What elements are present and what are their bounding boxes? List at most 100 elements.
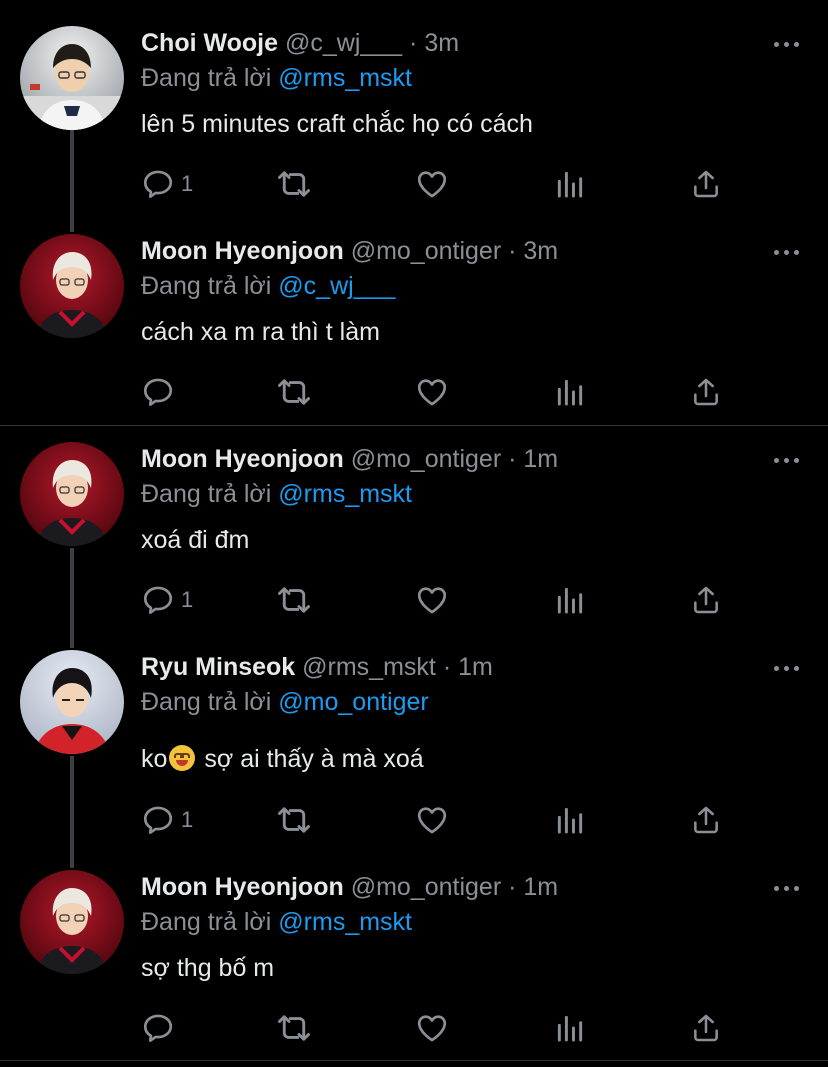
display-name[interactable]: Moon Hyeonjoon: [141, 237, 344, 265]
heart-icon: [415, 583, 449, 617]
tweet-text-part: ko: [141, 745, 168, 773]
replying-to-label: Đang trả lời: [141, 688, 272, 716]
retweet-button[interactable]: [276, 582, 312, 618]
more-icon[interactable]: [774, 883, 800, 893]
analytics-button[interactable]: [554, 802, 586, 838]
retweet-button[interactable]: [276, 1010, 312, 1046]
reply-button[interactable]: 1: [141, 582, 193, 618]
like-button[interactable]: [415, 802, 449, 838]
tweet-header: Moon Hyeonjoon @mo_ontiger · 1m: [141, 872, 558, 902]
more-icon[interactable]: [774, 663, 800, 673]
separator-dot: ·: [442, 653, 452, 681]
user-handle[interactable]: @mo_ontiger: [351, 873, 501, 901]
user-handle[interactable]: @rms_mskt: [302, 653, 436, 681]
timestamp[interactable]: 1m: [458, 653, 493, 681]
retweet-button[interactable]: [276, 374, 312, 410]
retweet-button[interactable]: [276, 802, 312, 838]
mention-link[interactable]: @rms_mskt: [278, 908, 412, 936]
analytics-button[interactable]: [554, 166, 586, 202]
tweet[interactable]: Ryu Minseok @rms_mskt · 1m Đang trả lời …: [0, 633, 828, 848]
analytics-button[interactable]: [554, 1010, 586, 1046]
retweet-icon: [276, 374, 312, 410]
avatar-choi-wooje[interactable]: [20, 26, 124, 130]
more-icon[interactable]: [774, 39, 800, 49]
analytics-button[interactable]: [554, 582, 586, 618]
heart-icon: [415, 1011, 449, 1045]
analytics-icon: [554, 584, 586, 616]
separator-dot: ·: [508, 445, 517, 473]
tweet[interactable]: Choi Wooje @c_wj___ · 3m Đang trả lời @r…: [0, 0, 828, 210]
analytics-icon: [554, 168, 586, 200]
tweet[interactable]: Moon Hyeonjoon @mo_ontiger · 1m Đang trả…: [0, 848, 828, 1063]
replying-to-label: Đang trả lời: [141, 272, 272, 300]
share-button[interactable]: [690, 166, 722, 202]
mention-link[interactable]: @c_wj___: [278, 272, 395, 300]
analytics-button[interactable]: [554, 374, 586, 410]
replying-to: Đang trả lời @rms_mskt: [141, 907, 412, 937]
reply-count: 1: [181, 807, 194, 832]
separator-dot: ·: [508, 873, 517, 901]
replying-to: Đang trả lời @rms_mskt: [141, 479, 412, 509]
share-icon: [690, 376, 722, 408]
like-button[interactable]: [415, 374, 449, 410]
smiling-face-emoji: [169, 745, 196, 771]
retweet-button[interactable]: [276, 166, 312, 202]
heart-icon: [415, 803, 449, 837]
like-button[interactable]: [415, 166, 449, 202]
tweet-text-part: sợ ai thấy à mà xoá: [197, 745, 424, 773]
share-button[interactable]: [690, 374, 722, 410]
tweet-text: ko sợ ai thấy à mà xoá: [141, 743, 424, 775]
reply-count: 1: [181, 587, 194, 612]
share-icon: [690, 168, 722, 200]
more-icon[interactable]: [774, 247, 800, 257]
user-handle[interactable]: @c_wj___: [285, 29, 402, 57]
share-button[interactable]: [690, 1010, 722, 1046]
share-button[interactable]: [690, 582, 722, 618]
share-icon: [690, 1012, 722, 1044]
action-bar: 1: [141, 802, 741, 838]
avatar-moon-hyeonjoon[interactable]: [20, 234, 124, 338]
avatar-ryu-minseok[interactable]: [20, 650, 124, 754]
divider: [0, 1060, 828, 1061]
tweet[interactable]: Moon Hyeonjoon @mo_ontiger · 3m Đang trả…: [0, 210, 828, 425]
display-name[interactable]: Moon Hyeonjoon: [141, 873, 344, 901]
like-button[interactable]: [415, 582, 449, 618]
reply-button[interactable]: [141, 1010, 181, 1046]
reply-icon: [141, 167, 175, 201]
mention-link[interactable]: @rms_mskt: [278, 480, 412, 508]
avatar-moon-hyeonjoon[interactable]: [20, 870, 124, 974]
timestamp[interactable]: 3m: [523, 237, 558, 265]
display-name[interactable]: Moon Hyeonjoon: [141, 445, 344, 473]
tweet-text: xoá đi đm: [141, 526, 250, 554]
tweet-header: Moon Hyeonjoon @mo_ontiger · 1m: [141, 444, 558, 474]
reply-count: 1: [181, 171, 194, 196]
user-handle[interactable]: @mo_ontiger: [351, 445, 501, 473]
retweet-icon: [276, 166, 312, 202]
timestamp[interactable]: 1m: [523, 445, 558, 473]
share-icon: [690, 584, 722, 616]
user-handle[interactable]: @mo_ontiger: [351, 237, 501, 265]
timestamp[interactable]: 1m: [523, 873, 558, 901]
reply-icon: [141, 583, 175, 617]
heart-icon: [415, 167, 449, 201]
share-icon: [690, 804, 722, 836]
reply-button[interactable]: [141, 374, 181, 410]
display-name[interactable]: Ryu Minseok: [141, 653, 295, 681]
tweet[interactable]: Moon Hyeonjoon @mo_ontiger · 1m Đang trả…: [0, 426, 828, 633]
reply-icon: [141, 375, 175, 409]
display-name[interactable]: Choi Wooje: [141, 29, 278, 57]
more-icon[interactable]: [774, 455, 800, 465]
action-bar: 1: [141, 166, 741, 202]
share-button[interactable]: [690, 802, 722, 838]
mention-link[interactable]: @mo_ontiger: [278, 688, 428, 716]
retweet-icon: [276, 802, 312, 838]
reply-button[interactable]: 1: [141, 802, 193, 838]
mention-link[interactable]: @rms_mskt: [278, 64, 412, 92]
like-button[interactable]: [415, 1010, 449, 1046]
timestamp[interactable]: 3m: [424, 29, 459, 57]
replying-to: Đang trả lời @c_wj___: [141, 271, 395, 301]
action-bar: [141, 1010, 741, 1046]
avatar-moon-hyeonjoon[interactable]: [20, 442, 124, 546]
reply-button[interactable]: 1: [141, 166, 193, 202]
analytics-icon: [554, 1012, 586, 1044]
